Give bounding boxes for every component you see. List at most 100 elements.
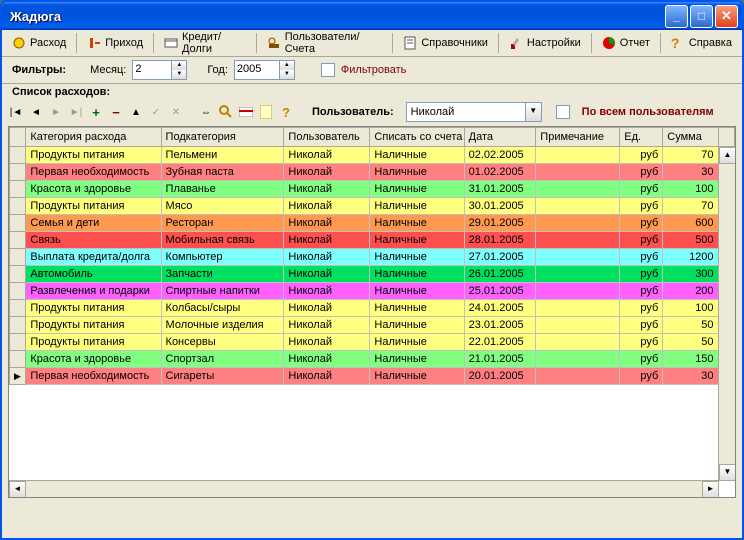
users-button[interactable]: Пользователи/Счета [260,31,390,55]
cell-sub[interactable]: Мясо [161,198,284,215]
cell-acc[interactable]: Наличные [370,249,464,266]
table-row[interactable]: Семья и детиРесторанНиколайНаличные29.01… [10,215,735,232]
cell-sub[interactable]: Сигареты [161,368,284,385]
nav-next-button[interactable]: ► [48,104,64,120]
help-button[interactable]: ?Справка [664,31,739,55]
vertical-scrollbar[interactable]: ▲ ▼ [718,147,735,481]
cell-acc[interactable]: Наличные [370,147,464,164]
cell-acc[interactable]: Наличные [370,198,464,215]
cell-category[interactable]: Продукты питания [26,147,161,164]
cell-unit[interactable]: руб [620,368,663,385]
cell-unit[interactable]: руб [620,215,663,232]
minimize-button[interactable]: _ [665,5,688,28]
cell-sub[interactable]: Спиртные напитки [161,283,284,300]
nav-post-button[interactable]: ✓ [148,104,164,120]
nav-copy-button[interactable]: ⇔ [198,104,214,120]
all-users-checkbox[interactable] [556,105,570,119]
table-row[interactable]: Красота и здоровьеПлаваньеНиколайНаличны… [10,181,735,198]
cell-unit[interactable]: руб [620,351,663,368]
cell-sub[interactable]: Колбасы/сыры [161,300,284,317]
income-button[interactable]: Приход [80,31,150,55]
cell-date[interactable]: 30.01.2005 [464,198,536,215]
year-input[interactable]: ▲▼ [234,60,295,80]
cell-user[interactable]: Николай [284,232,370,249]
chevron-down-icon[interactable]: ▼ [525,103,541,121]
table-row[interactable]: ▶Первая необходимостьСигаретыНиколайНали… [10,368,735,385]
cell-note[interactable] [536,317,620,334]
cell-note[interactable] [536,334,620,351]
month-down-icon[interactable]: ▼ [171,70,186,79]
month-up-icon[interactable]: ▲ [171,61,186,70]
cell-date[interactable]: 22.01.2005 [464,334,536,351]
table-row[interactable]: Продукты питанияМолочные изделияНиколайН… [10,317,735,334]
cell-sum[interactable]: 30 [663,368,718,385]
cell-date[interactable]: 21.01.2005 [464,351,536,368]
cell-acc[interactable]: Наличные [370,368,464,385]
cell-acc[interactable]: Наличные [370,164,464,181]
cell-user[interactable]: Николай [284,283,370,300]
cell-acc[interactable]: Наличные [370,181,464,198]
cell-sum[interactable]: 30 [663,164,718,181]
cell-date[interactable]: 01.02.2005 [464,164,536,181]
cell-unit[interactable]: руб [620,300,663,317]
cell-note[interactable] [536,215,620,232]
report-button[interactable]: Отчет [595,31,657,55]
cell-acc[interactable]: Наличные [370,232,464,249]
cell-category[interactable]: Продукты питания [26,317,161,334]
nav-edit-button[interactable]: ▲ [128,104,144,120]
nav-cancel-button[interactable]: ✕ [168,104,184,120]
cell-acc[interactable]: Наличные [370,351,464,368]
table-row[interactable]: АвтомобильЗапчастиНиколайНаличные26.01.2… [10,266,735,283]
cell-unit[interactable]: руб [620,283,663,300]
scroll-down-icon[interactable]: ▼ [719,464,736,481]
cell-sum[interactable]: 500 [663,232,718,249]
expenses-table[interactable]: Категория расхода Подкатегория Пользоват… [9,127,735,385]
scroll-up-icon[interactable]: ▲ [719,147,736,164]
cell-sum[interactable]: 300 [663,266,718,283]
cell-date[interactable]: 20.01.2005 [464,368,536,385]
cell-user[interactable]: Николай [284,198,370,215]
cell-category[interactable]: Красота и здоровье [26,351,161,368]
table-row[interactable]: Развлечения и подаркиСпиртные напиткиНик… [10,283,735,300]
cell-date[interactable]: 25.01.2005 [464,283,536,300]
credit-button[interactable]: Кредит/Долги [157,31,253,55]
table-row[interactable]: Первая необходимостьЗубная пастаНиколайН… [10,164,735,181]
cell-user[interactable]: Николай [284,181,370,198]
cell-category[interactable]: Развлечения и подарки [26,283,161,300]
cell-unit[interactable]: руб [620,181,663,198]
col-account[interactable]: Списать со счета [370,128,464,147]
nav-first-button[interactable]: |◄ [8,104,24,120]
scroll-left-icon[interactable]: ◄ [9,481,26,498]
cell-category[interactable]: Выплата кредита/долга [26,249,161,266]
cell-unit[interactable]: руб [620,198,663,215]
cell-sum[interactable]: 150 [663,351,718,368]
cell-user[interactable]: Николай [284,317,370,334]
year-up-icon[interactable]: ▲ [279,61,294,70]
cell-user[interactable]: Николай [284,300,370,317]
cell-user[interactable]: Николай [284,147,370,164]
cell-note[interactable] [536,368,620,385]
year-down-icon[interactable]: ▼ [279,70,294,79]
cell-unit[interactable]: руб [620,249,663,266]
cell-sub[interactable]: Ресторан [161,215,284,232]
col-note[interactable]: Примечание [536,128,620,147]
cell-sum[interactable]: 600 [663,215,718,232]
table-row[interactable]: Продукты питанияПельмениНиколайНаличные0… [10,147,735,164]
expense-button[interactable]: Расход [5,31,73,55]
cell-sub[interactable]: Спортзал [161,351,284,368]
cell-acc[interactable]: Наличные [370,266,464,283]
cell-sum[interactable]: 50 [663,317,718,334]
cell-sum[interactable]: 200 [663,283,718,300]
cell-category[interactable]: Связь [26,232,161,249]
cell-note[interactable] [536,283,620,300]
cell-note[interactable] [536,164,620,181]
settings-button[interactable]: Настройки [502,31,588,55]
refs-button[interactable]: Справочники [396,31,495,55]
cell-sub[interactable]: Консервы [161,334,284,351]
cell-date[interactable]: 29.01.2005 [464,215,536,232]
nav-card-button[interactable] [238,104,254,120]
cell-user[interactable]: Николай [284,215,370,232]
cell-note[interactable] [536,351,620,368]
col-sum[interactable]: Сумма [663,128,718,147]
titlebar[interactable]: Жадюга _ □ ✕ [2,2,742,30]
